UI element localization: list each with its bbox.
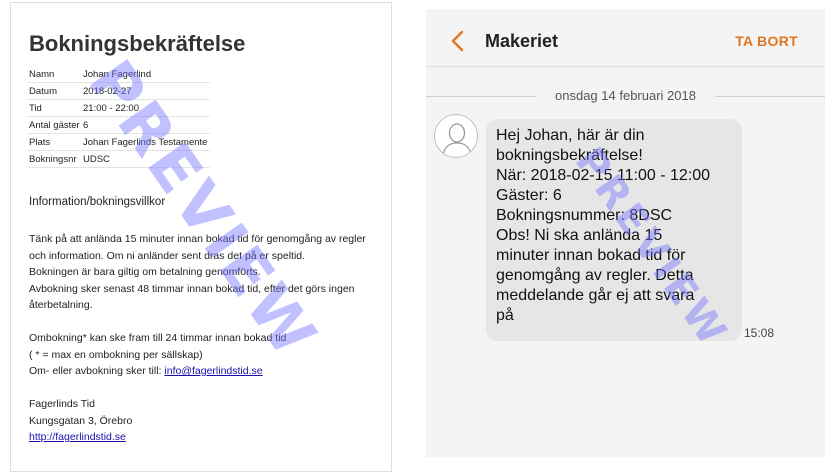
avatar[interactable] [434, 114, 478, 158]
person-avatar-icon [442, 123, 472, 156]
booking-label: Datum [29, 85, 57, 97]
booking-row-time: Tid 21:00 - 22:00 [28, 100, 210, 117]
message-line: Hej Johan, här är din [496, 127, 645, 144]
booking-label: Bokningsnr [29, 153, 77, 165]
booking-row-date: Datum 2018-02-27 [28, 83, 210, 100]
contact-name: Makeriet [485, 31, 559, 51]
email-panel: Bokningsbekräftelse Namn Johan Fagerlind… [10, 2, 392, 472]
message-bubble[interactable]: Hej Johan, här är din bokningsbekräftels… [486, 119, 742, 341]
message-line: på [496, 307, 514, 324]
cancel-line: Om- eller avbokning sker till: info@fage… [29, 363, 374, 380]
booking-row-guests: Antal gäster 6 [28, 117, 210, 134]
chevron-left-icon [451, 30, 464, 52]
booking-row-number: Bokningsnr UDSC [28, 151, 210, 168]
message-line: Bokningsnummer: 8DSC [496, 207, 673, 224]
booking-value: 6 [83, 119, 89, 131]
body-line: Ombokning* kan ske fram till 24 timmar i… [29, 332, 287, 344]
back-button[interactable] [450, 29, 466, 53]
cancel-prefix: Om- eller avbokning sker till: [29, 365, 165, 377]
date-separator: onsdag 14 februari 2018 [426, 86, 825, 106]
body-line: ( * = max en ombokning per sällskap) [29, 348, 203, 361]
booking-row-place: Plats Johan Fagerlinds Testamente [28, 134, 210, 151]
booking-label: Plats [29, 136, 51, 148]
booking-value: UDSC [83, 153, 110, 165]
divider [715, 96, 825, 97]
company-name: Fagerlinds Tid [29, 398, 95, 410]
message-line: genomgång av regler. Detta [496, 267, 694, 284]
website-line: http://fagerlindstid.se [29, 429, 374, 446]
message-line: Obs! Ni ska anlända 15 [496, 227, 663, 244]
message-line: Gäster: 6 [496, 187, 562, 204]
booking-row-name: Namn Johan Fagerlind [28, 66, 210, 83]
info-heading: Information/bokningsvillkor [29, 196, 166, 208]
message-line: meddelande går ej att svara [496, 287, 695, 304]
message-time: 15:08 [744, 326, 775, 340]
booking-value: 2018-02-27 [83, 85, 132, 97]
booking-value: 21:00 - 22:00 [83, 102, 139, 114]
body-line: Avbokning sker senast 48 timmar innan bo… [29, 282, 355, 295]
booking-value: Johan Fagerlinds Testamente [83, 136, 208, 148]
message-line: När: 2018-02-15 11:00 - 12:00 [496, 167, 711, 184]
email-title: Bokningsbekräftelse [29, 31, 246, 56]
email-link[interactable]: info@fagerlindstid.se [164, 365, 262, 377]
email-body: Tänk på att anlända 15 minuter innan bok… [29, 231, 374, 446]
sms-header: Makeriet TA BORT [426, 9, 825, 67]
message-line: minuter innan bokad tid för [496, 247, 686, 264]
booking-label: Tid [29, 102, 42, 114]
body-line: återbetalning. [29, 299, 93, 311]
booking-label: Antal gäster [29, 119, 80, 131]
booking-label: Namn [29, 68, 55, 80]
delete-button[interactable]: TA BORT [735, 33, 798, 49]
company-address: Kungsgatan 3, Örebro [29, 414, 133, 427]
booking-details-table: Namn Johan Fagerlind Datum 2018-02-27 Ti… [28, 66, 210, 168]
website-link[interactable]: http://fagerlindstid.se [29, 431, 126, 443]
sms-panel: Makeriet TA BORT onsdag 14 februari 2018… [426, 9, 825, 457]
body-line: Tänk på att anlända 15 minuter innan bok… [29, 233, 366, 245]
body-line: och information. Om ni anländer sent dra… [29, 249, 306, 262]
body-line: Bokningen är bara giltig om betalning ge… [29, 266, 261, 278]
booking-value: Johan Fagerlind [83, 68, 152, 80]
message-line: bokningsbekräftelse! [496, 147, 643, 164]
